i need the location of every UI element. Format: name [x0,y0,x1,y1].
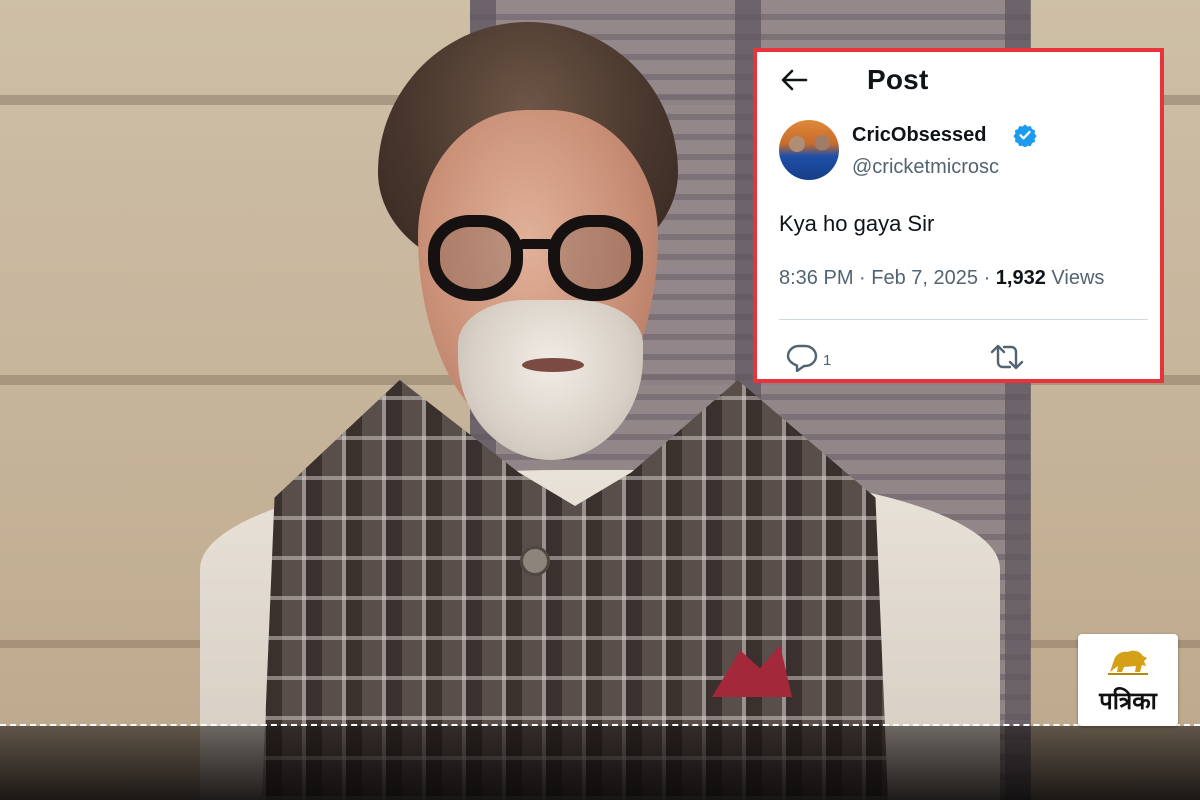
tweet-text: Kya ho gaya Sir [779,211,935,236]
action-divider [779,319,1148,320]
back-arrow-icon[interactable] [779,66,809,94]
dashed-divider [0,724,1200,726]
tweet-screenshot-card: Post CricObsessed @cricketmicrosc Kya ho… [753,48,1164,383]
tweet-time[interactable]: 8:36 PM [779,267,853,289]
lion-emblem-icon [1108,650,1148,675]
jacket-button [520,546,550,576]
retweet-button[interactable] [989,342,1025,377]
avatar[interactable] [779,120,839,180]
post-header: Post [757,52,1160,108]
patrika-logo: पत्रिका [1078,634,1178,726]
tweet-meta: 8:36 PM · Feb 7, 2025 · 1,932 Views [779,267,1104,290]
bottom-shade [0,726,1200,800]
views-count: 1,932 [995,267,1052,289]
brand-name: पत्रिका [1099,687,1157,715]
mouth [522,358,584,372]
retweet-icon [990,344,1024,370]
reply-icon [786,344,818,372]
user-handle[interactable]: @cricketmicrosc [852,156,999,179]
views-label: Views [1051,267,1105,289]
user-display-name[interactable]: CricObsessed [852,124,987,147]
tweet-date[interactable]: Feb 7, 2025 [871,267,978,289]
eyeglasses [420,215,660,315]
reply-count: 1 [823,351,832,369]
page-title: Post [867,64,929,95]
left-lens [428,215,523,301]
meta-separator: · [859,267,872,289]
reply-button[interactable]: 1 [785,342,831,372]
right-lens [548,215,643,301]
verified-badge-icon [1013,124,1037,147]
beard [458,300,643,460]
meta-separator: · [983,267,996,289]
